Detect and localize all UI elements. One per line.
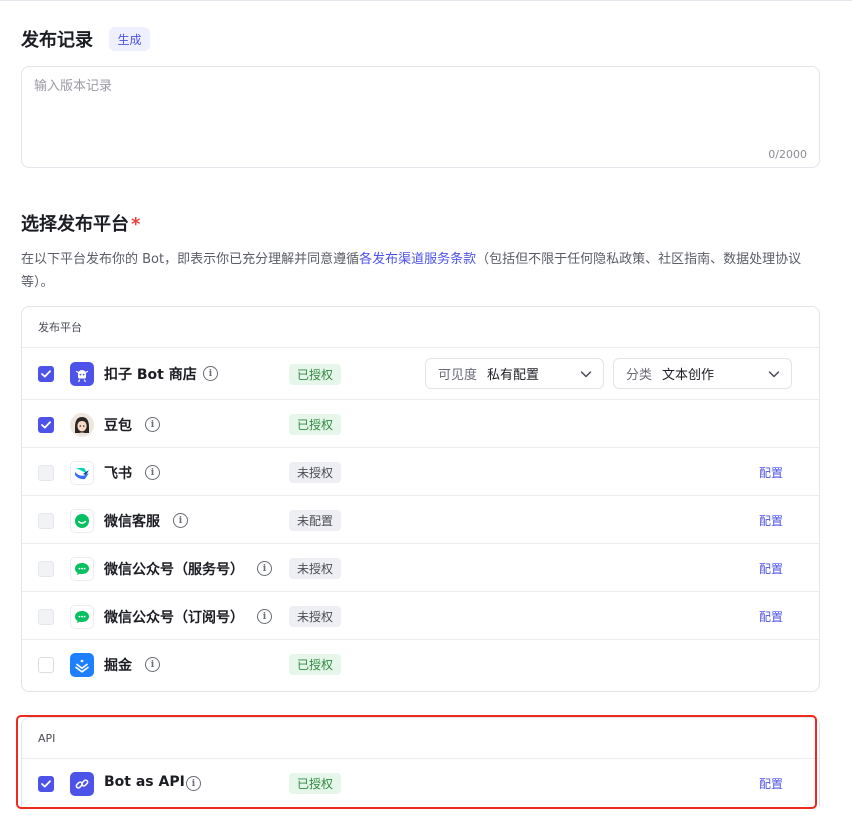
platform-row-wechat-subscription: 微信公众号（订阅号） i 未授权 配置 [22, 592, 819, 640]
doubao-avatar-icon [70, 413, 94, 437]
juejin-icon [70, 653, 94, 677]
checkbox-doubao[interactable] [38, 417, 54, 433]
checkbox-bot-as-api[interactable] [38, 776, 54, 792]
checkbox-coze-store[interactable] [38, 366, 54, 382]
checkbox-feishu[interactable] [38, 465, 54, 481]
terms-link[interactable]: 各发布渠道服务条款 [359, 252, 476, 267]
chevron-down-icon [768, 371, 780, 378]
platform-section-title-text: 选择发布平台 [21, 214, 129, 235]
info-icon[interactable]: i [145, 465, 160, 480]
api-card: API Bot as API i 已授权 配置 [21, 717, 820, 807]
char-counter: 0/2000 [768, 148, 807, 161]
visibility-label: 可见度 [438, 368, 478, 383]
configure-link-bot-as-api[interactable]: 配置 [759, 775, 783, 792]
generate-button[interactable]: 生成 [109, 27, 150, 51]
category-label: 分类 [626, 368, 653, 383]
chevron-down-icon [580, 371, 592, 378]
info-icon[interactable]: i [145, 657, 160, 672]
status-badge: 已授权 [289, 364, 342, 385]
checkbox-wechat-kefu[interactable] [38, 513, 54, 529]
status-badge: 未配置 [289, 510, 342, 531]
wechat-icon [70, 509, 94, 533]
platform-name-wechat-subscription: 微信公众号（订阅号） [104, 610, 244, 626]
configure-link-feishu[interactable]: 配置 [759, 464, 783, 481]
platform-name-bot-as-api: Bot as API [104, 774, 185, 790]
platform-row-wechat-service: 微信公众号（服务号） i 未授权 配置 [22, 544, 819, 592]
terms-text-before: 在以下平台发布你的 Bot，即表示你已充分理解并同意遵循 [21, 252, 360, 267]
platforms-card: 发布平台 扣子 Bot 商店 i 已授权 可见度 私有配置 分类 文本创作 豆包 [21, 306, 820, 692]
info-icon[interactable]: i [173, 513, 188, 528]
terms-description: 在以下平台发布你的 Bot，即表示你已充分理解并同意遵循各发布渠道服务条款（包括… [21, 248, 826, 294]
required-mark: * [131, 214, 141, 235]
info-icon[interactable]: i [203, 366, 218, 381]
status-badge: 已授权 [289, 654, 342, 675]
checkbox-wechat-service[interactable] [38, 561, 54, 577]
platform-row-doubao: 豆包 i 已授权 [22, 400, 819, 448]
configure-link-wechat-kefu[interactable]: 配置 [759, 512, 783, 529]
category-value: 文本创作 [662, 368, 715, 383]
platform-row-juejin: 掘金 i 已授权 [22, 640, 819, 688]
release-notes-input[interactable] [34, 75, 804, 135]
checkbox-wechat-subscription[interactable] [38, 609, 54, 625]
status-badge: 已授权 [289, 773, 342, 794]
wechat-icon [70, 605, 94, 629]
platform-name-feishu: 飞书 [104, 466, 132, 482]
platform-row-wechat-kefu: 微信客服 i 未配置 配置 [22, 496, 819, 544]
info-icon[interactable]: i [257, 561, 272, 576]
platform-name-wechat-service: 微信公众号（服务号） [104, 562, 244, 578]
info-icon[interactable]: i [257, 609, 272, 624]
configure-link-wechat-service[interactable]: 配置 [759, 560, 783, 577]
api-link-icon [70, 772, 94, 796]
platforms-card-header: 发布平台 [22, 307, 819, 348]
category-select[interactable]: 分类 文本创作 [613, 358, 792, 389]
platform-name-coze-store: 扣子 Bot 商店 [104, 367, 197, 383]
wechat-icon [70, 557, 94, 581]
visibility-select[interactable]: 可见度 私有配置 [425, 358, 604, 389]
status-badge: 未授权 [289, 462, 342, 483]
platform-name-wechat-kefu: 微信客服 [104, 514, 160, 530]
top-divider [0, 0, 852, 1]
visibility-value: 私有配置 [487, 368, 540, 383]
platform-row-bot-as-api: Bot as API i 已授权 配置 [22, 759, 819, 807]
info-icon[interactable]: i [145, 417, 160, 432]
release-notes-title: 发布记录 [21, 30, 93, 51]
checkbox-juejin[interactable] [38, 657, 54, 673]
platform-section-title: 选择发布平台 * [21, 210, 140, 236]
platform-name-juejin: 掘金 [104, 658, 132, 674]
status-badge: 已授权 [289, 414, 342, 435]
status-badge: 未授权 [289, 606, 342, 627]
platform-row-feishu: 飞书 i 未授权 配置 [22, 448, 819, 496]
info-icon[interactable]: i [186, 776, 201, 791]
release-notes-box: 0/2000 [21, 66, 820, 168]
api-card-header: API [22, 718, 819, 759]
feishu-icon [70, 461, 94, 485]
coze-store-icon [70, 362, 94, 386]
configure-link-wechat-subscription[interactable]: 配置 [759, 608, 783, 625]
status-badge: 未授权 [289, 558, 342, 579]
platform-name-doubao: 豆包 [104, 418, 132, 434]
platform-row-coze-store: 扣子 Bot 商店 i 已授权 可见度 私有配置 分类 文本创作 [22, 348, 819, 400]
